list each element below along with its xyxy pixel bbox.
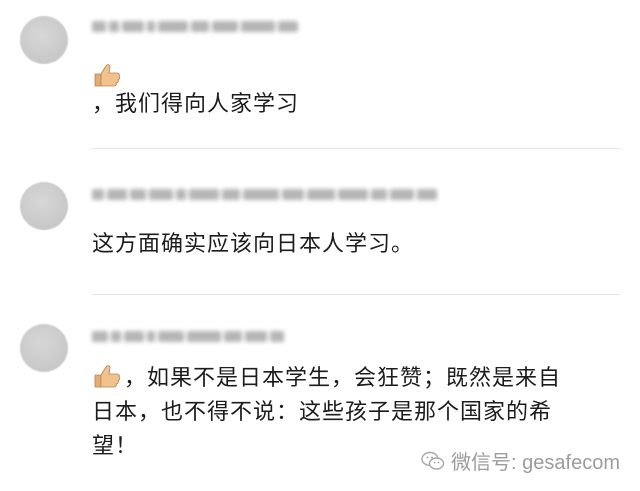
comment-feed: ，我们得向人家学习 这方面确实应该向日本人学习。 ，如果不是日本学生，会狂赞；既… (0, 0, 640, 491)
divider (92, 148, 620, 149)
avatar[interactable] (20, 182, 68, 230)
username-blurred[interactable] (92, 328, 284, 344)
comment-line: 日本，也不得不说：这些孩子是那个国家的希 (92, 400, 553, 425)
wechat-icon (421, 451, 445, 470)
comment-text: ，我们得向人家学习 (92, 92, 300, 117)
comment-line: ，如果不是日本学生，会狂赞；既然是来自 (92, 362, 620, 396)
thumbs-up-icon (94, 365, 121, 388)
comment-text: 这方面确实应该向日本人学习。 (92, 232, 415, 257)
comment-line-text: ，如果不是日本学生，会狂赞；既然是来自 (124, 366, 562, 391)
watermark: 微信号: gesafecom (421, 446, 620, 475)
username-blurred[interactable] (92, 186, 437, 202)
divider (92, 294, 620, 295)
username-blurred[interactable] (92, 18, 298, 34)
thumbs-up-icon (94, 64, 121, 87)
watermark-text: 微信号: gesafecom (451, 452, 620, 474)
avatar[interactable] (20, 324, 68, 372)
avatar[interactable] (20, 16, 68, 64)
